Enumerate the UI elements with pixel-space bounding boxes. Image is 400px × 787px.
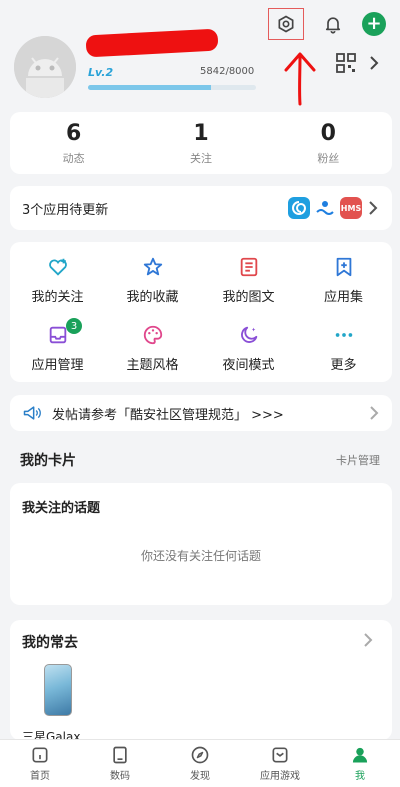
phone-image[interactable]: [44, 664, 72, 716]
followed-topics-card: 我关注的话题 你还没有关注任何话题: [10, 483, 392, 605]
grid-label: 更多: [330, 358, 357, 373]
bell-icon: [325, 17, 341, 34]
stats-card: 6 动态 1 关注 0 粉丝: [10, 112, 392, 174]
grid-more[interactable]: 更多: [296, 324, 391, 373]
xp-progress-fill: [88, 85, 211, 90]
grid-label: 夜间模式: [222, 358, 275, 373]
grid-app-management[interactable]: 3 应用管理: [10, 318, 105, 373]
frequent-title: 我的常去: [22, 635, 78, 651]
settings-button[interactable]: [268, 8, 304, 40]
hms-label: HMS: [340, 203, 362, 213]
grid-my-following[interactable]: 我的关注: [10, 256, 105, 305]
stat-value: 0: [320, 120, 336, 146]
bookmark-icon: [336, 257, 351, 277]
nav-home[interactable]: 首页: [0, 740, 80, 787]
profile-chevron[interactable]: [368, 55, 380, 75]
stat-value: 1: [193, 120, 209, 146]
heart-plus-icon: [48, 258, 67, 276]
stat-label: 动态: [62, 151, 85, 165]
grid-app-collections[interactable]: 应用集: [296, 256, 391, 305]
redacted-username: [85, 28, 219, 58]
notice-text: 发帖请参考「酷安社区管理规范」 >>>: [52, 407, 284, 423]
app-update-row[interactable]: 3个应用待更新 HMS: [10, 186, 392, 230]
nav-discover[interactable]: 发现: [160, 740, 240, 787]
chevron-right-icon: [370, 406, 379, 420]
grid-label: 应用管理: [31, 358, 84, 373]
stat-label: 关注: [189, 151, 212, 165]
avatar[interactable]: [14, 36, 76, 98]
more-icon: [335, 333, 352, 337]
stat-followers[interactable]: 0 粉丝: [265, 112, 392, 174]
nav-me[interactable]: 我: [320, 740, 400, 787]
grid-label: 我的收藏: [126, 290, 179, 305]
megaphone-icon: [23, 406, 41, 420]
my-cards-title: 我的卡片: [20, 453, 76, 469]
plus-icon: +: [366, 13, 382, 34]
person-icon: [352, 747, 368, 763]
grid-label: 应用集: [323, 290, 363, 305]
nav-label: 首页: [30, 771, 50, 782]
notifications-button[interactable]: [318, 9, 348, 39]
stat-value: 6: [66, 120, 82, 146]
chevron-right-icon: [369, 201, 378, 215]
chevron-right-icon[interactable]: [362, 632, 374, 648]
frequent-card: 我的常去 三星Galax: [10, 620, 392, 744]
update-text: 3个应用待更新: [22, 202, 109, 218]
nav-label: 数码: [110, 771, 130, 782]
grid-label: 我的图文: [222, 290, 275, 305]
qr-code-icon: [336, 53, 356, 73]
topics-title: 我关注的话题: [22, 501, 101, 516]
hms-app-icon: HMS: [340, 197, 362, 219]
wave-app-icon: [314, 197, 336, 219]
update-count-badge: 3: [66, 318, 82, 334]
annotation-arrow-icon: [284, 52, 316, 106]
qr-code-button[interactable]: [336, 53, 356, 77]
xp-counter: 5842/8000: [200, 66, 255, 77]
stat-posts[interactable]: 6 动态: [10, 112, 137, 174]
grid-theme-style[interactable]: 主题风格: [105, 324, 200, 373]
nav-digital[interactable]: 数码: [80, 740, 160, 787]
stat-following[interactable]: 1 关注: [137, 112, 264, 174]
star-icon: [143, 257, 162, 276]
nav-apps-games[interactable]: 应用游戏: [240, 740, 320, 787]
shortcut-grid: 我的关注 我的收藏 我的图文 应用集 3 应用管理 主题风格 夜间模式 更多: [10, 242, 392, 382]
device-icon: [113, 746, 127, 764]
nav-label: 应用游戏: [260, 771, 300, 782]
create-post-button[interactable]: +: [362, 12, 386, 36]
compass-icon: [191, 746, 209, 764]
nav-label: 发现: [190, 771, 210, 782]
xp-progress-bar: [88, 85, 256, 90]
settings-icon: [278, 15, 294, 33]
grid-night-mode[interactable]: 夜间模式: [201, 324, 296, 373]
bottom-nav: 首页 数码 发现 应用游戏 我: [0, 739, 400, 787]
grid-my-favorites[interactable]: 我的收藏: [105, 256, 200, 305]
community-notice[interactable]: 发帖请参考「酷安社区管理规范」 >>>: [10, 395, 392, 431]
topics-empty-text: 你还没有关注任何话题: [140, 549, 261, 563]
user-level: Lv.2: [88, 66, 114, 79]
document-icon: [240, 257, 257, 277]
nav-label: 我: [355, 771, 365, 782]
android-avatar-icon: [14, 36, 76, 98]
home-icon: [32, 747, 48, 763]
grid-my-posts[interactable]: 我的图文: [201, 256, 296, 305]
card-manage-link[interactable]: 卡片管理: [336, 452, 380, 468]
moon-icon: [240, 326, 257, 343]
app-store-icon: [272, 747, 288, 763]
chevron-right-icon: [370, 56, 379, 70]
grid-label: 主题风格: [126, 358, 179, 373]
header-actions: +: [268, 8, 386, 40]
palette-icon: [143, 325, 162, 345]
grid-label: 我的关注: [31, 290, 84, 305]
swirl-app-icon: [288, 197, 310, 219]
stat-label: 粉丝: [317, 151, 340, 165]
